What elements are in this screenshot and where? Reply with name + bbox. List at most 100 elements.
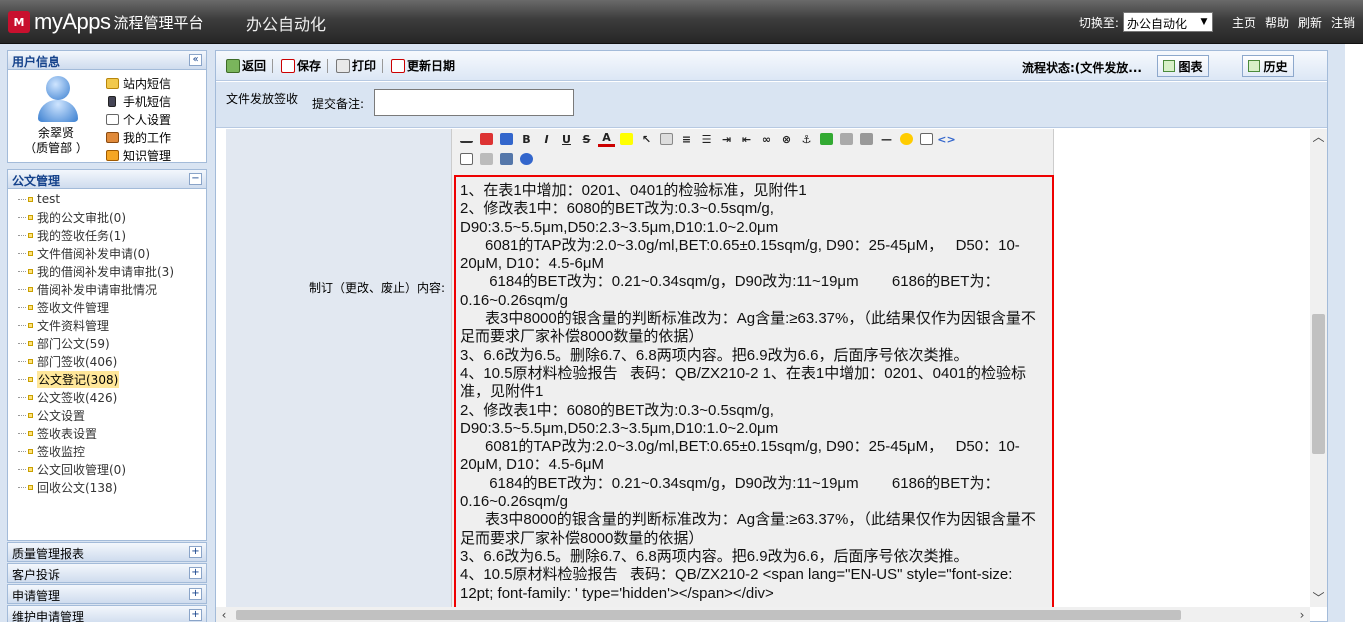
user-links: 站内短信 手机短信 个人设置 我的工作 知识管理 (106, 74, 171, 164)
italic-icon[interactable]: I (538, 131, 555, 147)
tree-line (18, 234, 26, 236)
quality-report-panel[interactable]: 质量管理报表 + (7, 542, 207, 562)
back-icon (226, 58, 240, 73)
maintenance-header[interactable]: 维护申请管理 + (7, 605, 207, 622)
scroll-left-icon[interactable]: ‹ (216, 607, 232, 622)
application-panel[interactable]: 申请管理 + (7, 584, 207, 604)
sms-link[interactable]: 手机短信 (106, 92, 171, 110)
doc-menu-item[interactable]: 我的签收任务(1) (8, 226, 206, 244)
doc-menu-item[interactable]: 借阅补发申请审批情况 (8, 280, 206, 298)
doc-menu-item[interactable]: 部门签收(406) (8, 352, 206, 370)
info-icon[interactable] (518, 151, 535, 167)
note-input[interactable] (374, 89, 574, 116)
underline-icon[interactable]: U (558, 131, 575, 147)
folder-icon (28, 466, 33, 472)
editor-document[interactable]: 1、在表1中增加：0201、0401的检验标准，见附件1 2、修改表1中：6080… (454, 175, 1054, 607)
back-button[interactable]: 返回 (226, 57, 266, 74)
align-left-icon[interactable]: ≡ (678, 131, 695, 147)
print-button[interactable]: 打印 (336, 57, 376, 74)
editor-paragraph: 6081的TAP改为:2.0~3.0g/ml,BET:0.65±0.15sqm/… (460, 438, 1020, 474)
doc-panel-header[interactable]: 公文管理 − (7, 169, 207, 189)
image-icon[interactable] (818, 131, 835, 147)
scroll-up-icon[interactable]: ︿ (1310, 129, 1327, 146)
home-link[interactable]: 主页 (1232, 14, 1256, 31)
link-icon[interactable]: ∞ (758, 131, 775, 147)
doc-menu-item[interactable]: 文件借阅补发申请(0) (8, 244, 206, 262)
personal-settings-link[interactable]: 个人设置 (106, 110, 171, 128)
indent-icon[interactable]: ⇥ (718, 131, 735, 147)
scroll-right-icon[interactable]: › (1294, 607, 1310, 622)
update-date-button[interactable]: 更新日期 (391, 57, 455, 74)
help-link[interactable]: 帮助 (1265, 14, 1289, 31)
doc-menu-item[interactable]: 公文签收(426) (8, 388, 206, 406)
doc-menu-item[interactable]: test (8, 190, 206, 208)
doc-menu-item[interactable]: 公文登记(308) (8, 370, 206, 388)
fullscreen-icon[interactable] (498, 151, 515, 167)
flash-icon[interactable] (838, 131, 855, 147)
doc-menu-item[interactable]: 我的借阅补发申请审批(3) (8, 262, 206, 280)
expand-icon[interactable]: + (189, 609, 202, 621)
collapse-icon[interactable]: − (189, 173, 202, 185)
editor-paragraph: D90:3.5~5.5μm,D50:2.3~3.5μm,D10:1.0~2.0μ… (460, 218, 779, 236)
outdent-icon[interactable]: ⇤ (738, 131, 755, 147)
special-char-icon[interactable] (918, 131, 935, 147)
maintenance-panel[interactable]: 维护申请管理 + (7, 605, 207, 622)
ordered-list-icon[interactable]: ☰ (698, 131, 715, 147)
font-size-icon[interactable] (498, 131, 515, 147)
unlink-icon[interactable]: ⊗ (778, 131, 795, 147)
source-code-icon[interactable]: <> (937, 131, 955, 147)
chart-button[interactable]: 图表 (1157, 55, 1209, 77)
application-header[interactable]: 申请管理 + (7, 584, 207, 604)
doc-menu-item[interactable]: 部门公文(59) (8, 334, 206, 352)
knowledge-link[interactable]: 知识管理 (106, 146, 171, 164)
spellcheck-icon[interactable] (478, 131, 495, 147)
page-scroll-track[interactable] (1345, 44, 1363, 622)
tree-line (18, 450, 26, 452)
anchor-icon[interactable]: ⚓ (798, 131, 815, 147)
knowledge-icon (106, 149, 119, 161)
my-work-link[interactable]: 我的工作 (106, 128, 171, 146)
doc-menu-item[interactable]: 文件资料管理 (8, 316, 206, 334)
eraser-icon[interactable] (658, 131, 675, 147)
folder-icon (28, 394, 33, 400)
bold-icon[interactable]: B (518, 131, 535, 147)
print-icon[interactable] (478, 151, 495, 167)
expand-icon[interactable]: + (189, 588, 202, 600)
smiley-icon[interactable] (898, 131, 915, 147)
logout-link[interactable]: 注销 (1331, 14, 1355, 31)
folder-icon (28, 484, 33, 490)
format-icon[interactable] (458, 131, 475, 147)
highlight-icon[interactable] (618, 131, 635, 147)
doc-menu-item[interactable]: 签收表设置 (8, 424, 206, 442)
inbox-message-link[interactable]: 站内短信 (106, 74, 171, 92)
doc-menu-item[interactable]: 回收公文(138) (8, 478, 206, 496)
doc-menu-item[interactable]: 公文回收管理(0) (8, 460, 206, 478)
media-icon[interactable] (858, 131, 875, 147)
scroll-thumb[interactable] (236, 610, 1181, 620)
quality-report-header[interactable]: 质量管理报表 + (7, 542, 207, 562)
horizontal-scrollbar[interactable]: ‹ › (216, 607, 1310, 622)
refresh-link[interactable]: 刷新 (1298, 14, 1322, 31)
logo-subtitle: 流程管理平台 (113, 13, 204, 32)
horizontal-rule-icon[interactable]: — (878, 131, 895, 147)
history-button[interactable]: 历史 (1242, 55, 1294, 77)
strikethrough-icon[interactable]: S (578, 131, 595, 147)
doc-menu-item[interactable]: 公文设置 (8, 406, 206, 424)
doc-menu-item[interactable]: 签收文件管理 (8, 298, 206, 316)
preview-icon[interactable] (458, 151, 475, 167)
customer-complaint-panel[interactable]: 客户投诉 + (7, 563, 207, 583)
customer-complaint-header[interactable]: 客户投诉 + (7, 563, 207, 583)
pointer-icon[interactable]: ↖ (638, 131, 655, 147)
expand-icon[interactable]: + (189, 546, 202, 558)
module-switch-select[interactable]: 办公自动化 ▼ (1122, 12, 1213, 32)
vertical-scrollbar[interactable]: ︿ ﹀ (1310, 129, 1327, 607)
scroll-thumb[interactable] (1312, 314, 1325, 454)
editor-paragraph: 6184的BET改为：0.21~0.34sqm/g，D90改为:11~19μm … (460, 273, 1000, 309)
collapse-sidebar-icon[interactable]: « (189, 54, 202, 66)
scroll-down-icon[interactable]: ﹀ (1310, 590, 1327, 607)
expand-icon[interactable]: + (189, 567, 202, 579)
doc-menu-item[interactable]: 签收监控 (8, 442, 206, 460)
save-button[interactable]: 保存 (281, 57, 321, 74)
doc-menu-item[interactable]: 我的公文审批(0) (8, 208, 206, 226)
font-color-icon[interactable]: A (598, 131, 615, 147)
